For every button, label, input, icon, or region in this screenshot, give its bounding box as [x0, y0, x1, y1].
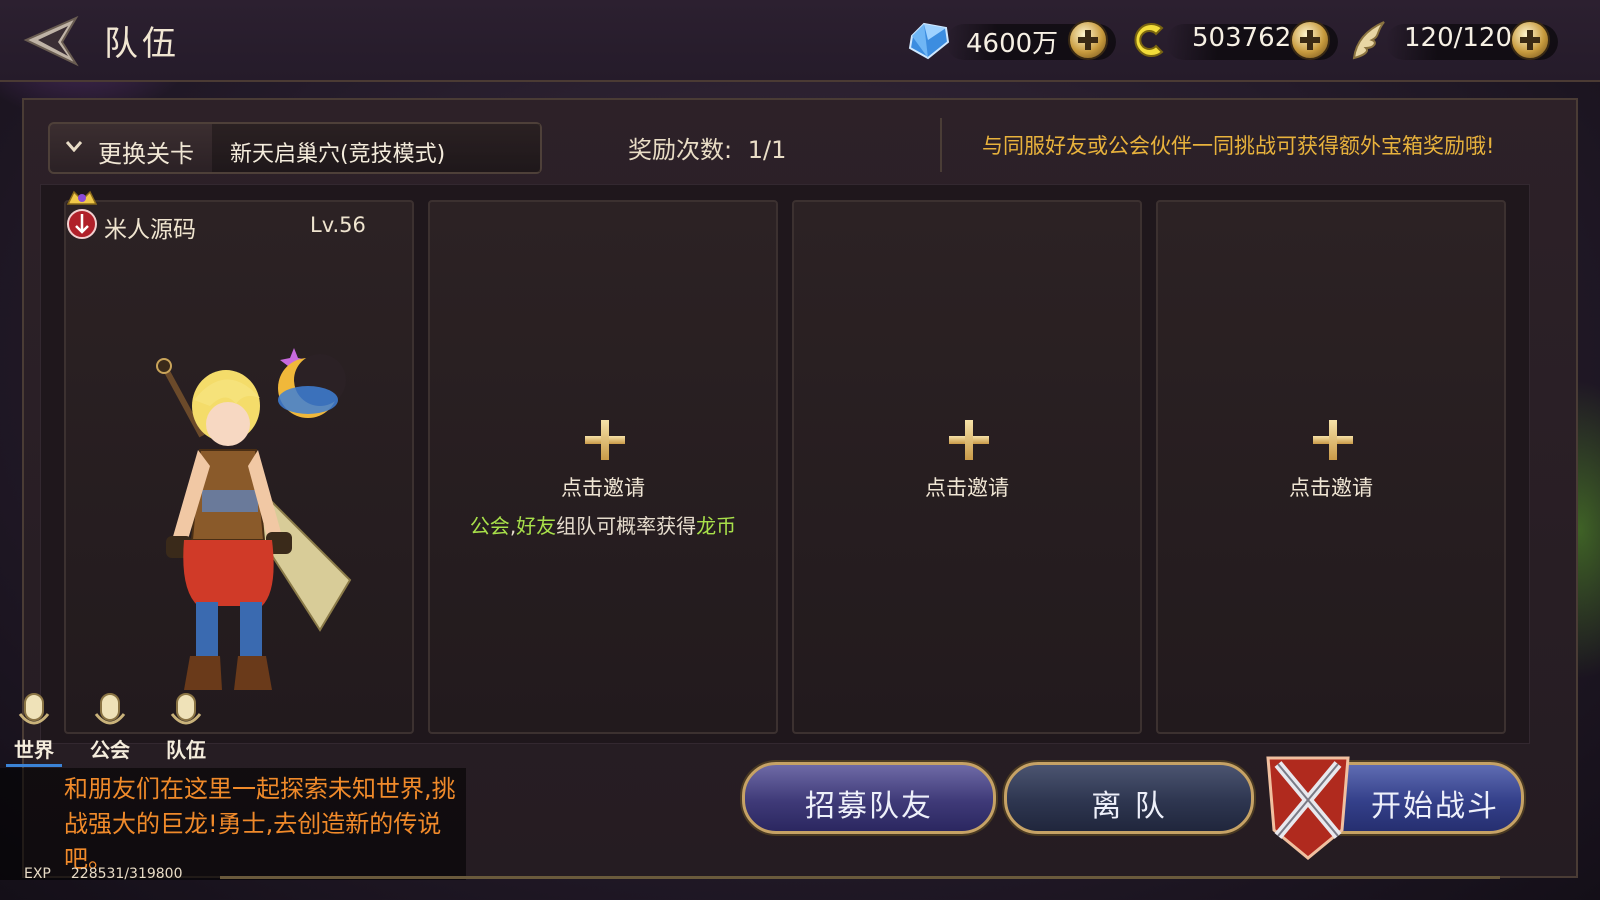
- start-label: 开始战斗: [1371, 789, 1499, 824]
- bonus-hint-text: 与同服好友或公会伙伴一同挑战可获得额外宝箱奖励哦!: [982, 134, 1495, 158]
- plus-icon: [585, 420, 625, 460]
- change-stage-label: 更换关卡: [98, 140, 194, 168]
- add-stamina-button[interactable]: [1510, 20, 1550, 60]
- top-bar: 队伍 4600万 503762 120/120: [0, 0, 1600, 82]
- team-slot-invite-2[interactable]: 点击邀请: [792, 200, 1142, 734]
- invite-label: 点击邀请: [1289, 476, 1373, 500]
- add-gold-button[interactable]: [1290, 20, 1330, 60]
- microphone-icon: [18, 693, 50, 725]
- invite-label: 点击邀请: [561, 476, 645, 500]
- active-channel-indicator: [6, 764, 62, 767]
- team-bonus-note: 公会,好友组队可概率获得龙币: [430, 510, 776, 539]
- bonus-reward: 龙币: [696, 514, 737, 538]
- chat-channel-guild[interactable]: 公会: [82, 688, 138, 764]
- host-player-level: Lv.56: [310, 213, 366, 237]
- team-slot-invite-3[interactable]: 点击邀请: [1156, 200, 1506, 734]
- chat-channel-world[interactable]: 世界: [6, 688, 62, 764]
- leader-crown-icon: [64, 184, 100, 244]
- reward-count-value: 1/1: [747, 136, 787, 164]
- recruit-label: 招募队友: [805, 789, 933, 824]
- stamina-amount: 120/120: [1404, 23, 1513, 53]
- diamond-resource: 4600万: [906, 16, 1116, 64]
- gold-amount: 503762: [1192, 23, 1292, 53]
- microphone-icon: [94, 693, 126, 725]
- plus-icon: [949, 420, 989, 460]
- add-diamond-button[interactable]: [1068, 20, 1108, 60]
- exp-label: EXP: [24, 866, 51, 882]
- exp-bar: EXP 228531/319800: [24, 866, 183, 882]
- chat-channel-label: 公会: [90, 738, 130, 762]
- invite-label: 点击邀请: [925, 476, 1009, 500]
- chat-channel-label: 世界: [14, 738, 54, 762]
- bonus-friend: 好友: [516, 514, 557, 538]
- plus-icon: [1313, 420, 1353, 460]
- crossed-swords-icon: [1260, 744, 1356, 862]
- reward-count-label: 奖励次数:: [628, 136, 733, 164]
- chat-channel-label: 队伍: [166, 738, 206, 762]
- character-avatar[interactable]: [140, 340, 360, 710]
- header-divider: [940, 118, 942, 172]
- diamond-icon: [906, 18, 952, 62]
- gold-resource: 503762: [1126, 16, 1340, 64]
- bonus-text: 组队可概率获得: [556, 514, 697, 538]
- host-player-name: 米人源码: [104, 217, 196, 243]
- reward-count: 奖励次数: 1/1: [628, 130, 786, 165]
- stamina-wing-icon: [1346, 18, 1392, 62]
- chat-channel-team[interactable]: 队伍: [158, 688, 214, 764]
- team-slot-invite-1[interactable]: 点击邀请 公会,好友组队可概率获得龙币: [428, 200, 778, 734]
- microphone-icon: [170, 693, 202, 725]
- leave-label: 离 队: [1091, 789, 1167, 824]
- leave-team-button[interactable]: 离 队: [1004, 762, 1254, 834]
- page-title: 队伍: [104, 24, 180, 64]
- chat-message: 和朋友们在这里一起探索未知世界,挑战强大的巨龙!勇士,去创造新的传说吧。: [64, 775, 456, 870]
- bonus-guild: 公会: [469, 514, 510, 538]
- stamina-resource: 120/120: [1346, 16, 1560, 64]
- chevron-down-icon: [66, 141, 82, 152]
- recruit-teammate-button[interactable]: 招募队友: [742, 762, 996, 834]
- exp-value: 228531/319800: [70, 866, 183, 882]
- diamond-amount: 4600万: [966, 29, 1059, 59]
- current-stage-name: 新天启巢穴(竞技模式): [212, 124, 540, 172]
- change-stage-dropdown[interactable]: 更换关卡 新天启巢穴(竞技模式): [48, 122, 542, 174]
- gold-coin-icon: [1126, 18, 1172, 62]
- back-arrow-icon[interactable]: [18, 12, 84, 70]
- bottom-divider: [220, 876, 1500, 879]
